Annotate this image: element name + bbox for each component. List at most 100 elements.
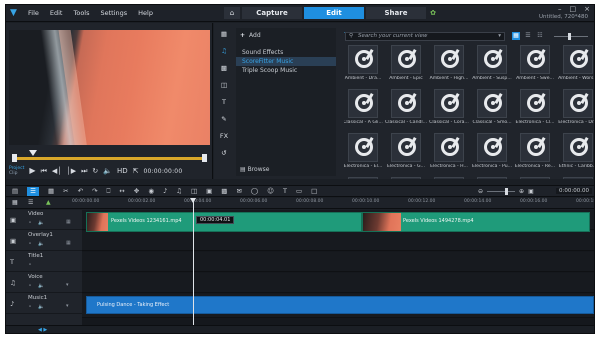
home-start-icon[interactable]: ⏮ xyxy=(41,167,47,175)
resize-icon[interactable]: ⇱ xyxy=(133,167,139,175)
home-icon[interactable]: ⌂ xyxy=(224,7,240,19)
link-icon[interactable]: ⚬ xyxy=(28,304,32,310)
hd-toggle[interactable]: HD xyxy=(117,167,128,175)
timeline-scrollbar[interactable]: ◀ ▶ xyxy=(6,325,594,333)
link-icon[interactable]: ⚬ xyxy=(28,241,32,247)
link-icon[interactable]: ⚬ xyxy=(28,283,32,289)
menu-edit[interactable]: Edit xyxy=(50,9,63,17)
screen-icon[interactable]: ▭ xyxy=(296,187,302,196)
music-thumbnail[interactable]: Electronica - El... xyxy=(344,133,382,173)
track-manager-icon[interactable]: ▦ xyxy=(48,187,54,196)
menu-settings[interactable]: Settings xyxy=(101,9,128,17)
music-thumbnail[interactable] xyxy=(387,177,425,179)
music-thumbnail[interactable]: Classical - Candl... xyxy=(385,89,427,129)
play-icon[interactable]: ▶ xyxy=(29,167,35,175)
tab-capture[interactable]: Capture xyxy=(242,7,302,19)
timeline-view-icon[interactable]: ☰ xyxy=(27,187,39,196)
thumbnail-size-knob[interactable] xyxy=(568,33,571,40)
extras-icon[interactable]: ✿ xyxy=(428,7,438,19)
music-thumbnail[interactable]: Ethnic - Caribb... xyxy=(559,133,594,173)
scrub-bar[interactable] xyxy=(12,157,206,160)
lane-overlay1[interactable] xyxy=(82,231,594,251)
end-icon[interactable]: ⏭ xyxy=(81,167,87,175)
prev-frame-icon[interactable]: ◀│ xyxy=(52,167,62,175)
audio-icon[interactable]: ♫ xyxy=(221,48,227,57)
speech-icon[interactable]: ✉ xyxy=(236,187,241,196)
crop-icon[interactable]: □ xyxy=(311,187,317,196)
mute-icon[interactable]: 🔈 xyxy=(38,304,44,310)
text-icon[interactable]: T xyxy=(283,187,287,196)
library-item-scorefitter[interactable]: ScoreFitter Music xyxy=(236,57,336,66)
add-folder-button[interactable]: + Add xyxy=(240,32,261,39)
link-icon[interactable]: ⚬ xyxy=(28,220,32,226)
music-thumbnail[interactable]: Ambient - Swe... xyxy=(516,45,554,85)
player-timecode[interactable]: 00:00:00:00 xyxy=(144,168,183,175)
music-thumbnail[interactable]: Ambient - Dra... xyxy=(344,45,382,85)
music-thumbnail[interactable] xyxy=(473,177,511,179)
lock-icon[interactable]: ▦ xyxy=(66,219,71,225)
transition-icon[interactable]: ◫ xyxy=(221,82,227,91)
playhead[interactable] xyxy=(193,198,194,333)
menu-tools[interactable]: Tools xyxy=(73,9,89,17)
zoom-knob[interactable] xyxy=(505,188,509,195)
timeline-ruler[interactable]: 00:00:00.00 00:00:02.00 00:00:04.00 00:00:0… xyxy=(72,198,594,209)
link-icon[interactable]: ⚬ xyxy=(28,262,32,268)
music-thumbnail[interactable]: Classical - A Gli... xyxy=(344,89,383,129)
clip-mode[interactable]: Clip xyxy=(9,171,24,176)
add-track-icon[interactable]: ▲ xyxy=(46,199,51,206)
mute-icon[interactable]: 🔈 xyxy=(38,283,44,289)
music-thumbnail[interactable]: Ambient - Epic xyxy=(387,45,425,85)
lock-icon[interactable]: ▦ xyxy=(66,240,71,246)
music-thumbnail[interactable]: Ambient - High... xyxy=(430,45,468,85)
title-icon[interactable]: T xyxy=(222,99,226,108)
library-item-sound-effects[interactable]: Sound Effects xyxy=(236,48,336,57)
music-thumbnail[interactable]: Electronica - G... xyxy=(387,133,425,173)
fx-icon[interactable]: FX xyxy=(220,133,228,142)
library-item-triple-scoop[interactable]: Triple Scoop Music xyxy=(236,66,336,75)
undo-icon[interactable]: ↶ xyxy=(78,187,83,196)
record-icon[interactable]: ◉ xyxy=(148,187,154,196)
trim-icon[interactable]: ⎕ xyxy=(107,187,111,196)
music-thumbnail[interactable] xyxy=(559,177,594,179)
music-thumbnail[interactable] xyxy=(430,177,468,179)
auto-music-icon[interactable]: ♫ xyxy=(176,187,182,196)
list-view-icon[interactable]: ☰ xyxy=(524,32,532,40)
face-index-icon[interactable]: ☺ xyxy=(267,187,274,196)
split-icon[interactable]: ✂ xyxy=(63,187,68,196)
trim-start-handle[interactable] xyxy=(12,154,17,162)
menu-file[interactable]: File xyxy=(28,9,39,17)
music-thumbnail[interactable]: Electronica - Pu... xyxy=(472,133,512,173)
zoom-out-icon[interactable]: ⊖ xyxy=(478,188,483,195)
mute-icon[interactable]: 🔈 xyxy=(38,241,44,247)
mute-icon[interactable]: 🔈 xyxy=(38,220,44,226)
video-preview[interactable] xyxy=(9,30,210,145)
music-thumbnail[interactable]: Electronica - Dr... xyxy=(558,89,594,129)
show-all-tracks-icon[interactable]: ▦ xyxy=(12,199,18,206)
details-view-icon[interactable]: ☷ xyxy=(536,32,544,40)
next-frame-icon[interactable]: │▶ xyxy=(66,167,76,175)
chevron-down-icon[interactable]: ▾ xyxy=(66,303,69,309)
volume-icon[interactable]: 🔈 xyxy=(103,167,112,175)
minimize-button[interactable]: – xyxy=(558,5,562,13)
lane-title1[interactable] xyxy=(82,252,594,272)
motion-icon[interactable]: ✥ xyxy=(134,187,139,196)
video-clip-b[interactable]: Pexels Videos 1494278.mp4 xyxy=(362,212,590,232)
instant-project-icon[interactable]: ▩ xyxy=(221,65,227,74)
maximize-button[interactable]: □ xyxy=(570,5,577,13)
mixer-icon[interactable]: ♪ xyxy=(163,187,167,196)
zoom-slider[interactable] xyxy=(487,188,516,195)
stretch-icon[interactable]: ↔ xyxy=(119,187,124,196)
music-thumbnail[interactable]: Ambient - Wors... xyxy=(558,45,594,85)
music-thumbnail[interactable]: Classical - Smo... xyxy=(472,89,512,129)
path-icon[interactable]: ↺ xyxy=(221,150,226,159)
music-thumbnail[interactable]: Electronica - H... xyxy=(430,133,468,173)
music-thumbnail[interactable]: Electronica - Re... xyxy=(515,133,555,173)
music-clip[interactable]: Pulsing Dance - Taking Effect xyxy=(86,296,594,314)
scrub-handle[interactable] xyxy=(29,150,37,156)
storyboard-view-icon[interactable]: ▤ xyxy=(12,187,18,196)
mask-icon[interactable]: ▣ xyxy=(206,187,212,196)
music-thumbnail[interactable]: Ambient - Susp... xyxy=(472,45,512,85)
zoom-in-icon[interactable]: ⊕ xyxy=(519,188,524,195)
tab-share[interactable]: Share xyxy=(366,7,426,19)
music-thumbnail[interactable] xyxy=(516,177,554,179)
